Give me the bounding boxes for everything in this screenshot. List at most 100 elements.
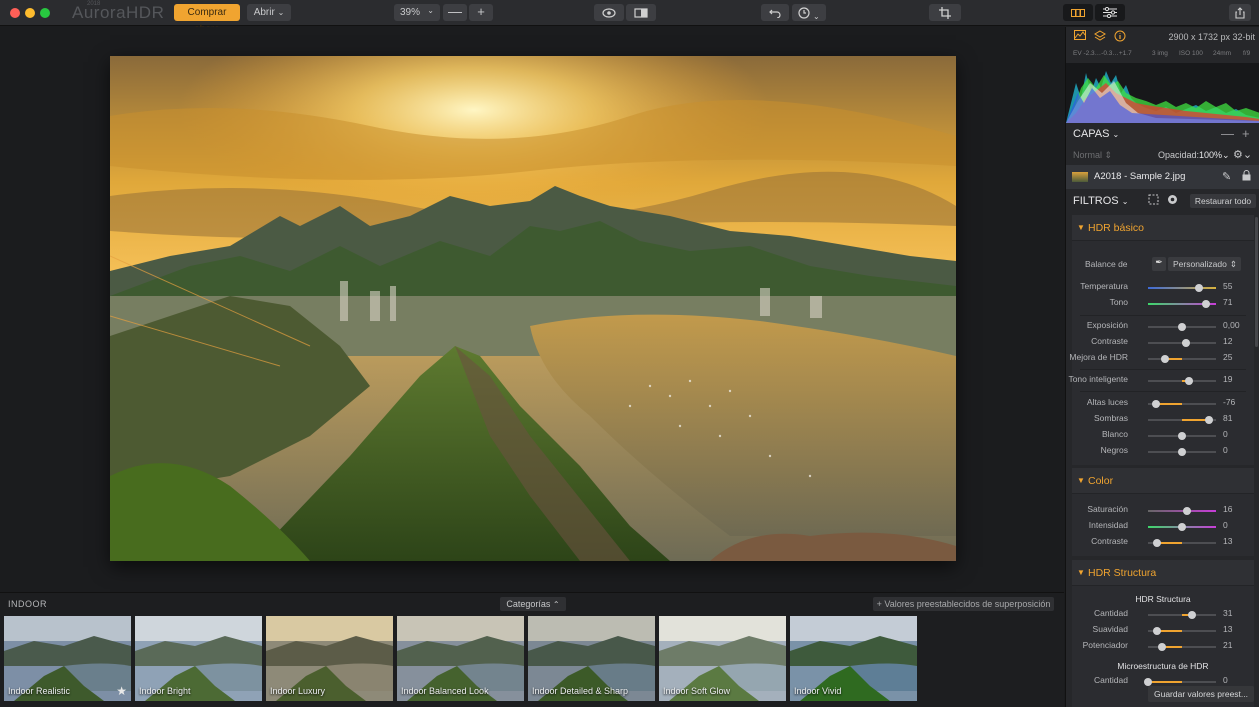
hdr-structure-header[interactable]: ▼ HDR Structura	[1072, 560, 1254, 586]
filter-settings-icon[interactable]	[1167, 194, 1178, 208]
slider-knob[interactable]	[1152, 539, 1161, 547]
slider-knob[interactable]	[1178, 523, 1186, 531]
slider-track[interactable]	[1148, 300, 1216, 308]
app-logo: AuroraHDR	[72, 3, 165, 22]
overlay-presets-button[interactable]: + Valores preestablecidos de superposici…	[873, 597, 1054, 611]
history-button[interactable]: ⌄	[792, 4, 826, 21]
white-balance-dropdown[interactable]: Personalizado ⇕	[1168, 257, 1241, 271]
slider-track[interactable]	[1148, 355, 1216, 363]
slider-track[interactable]	[1148, 377, 1216, 385]
eyedropper-icon[interactable]: ✒	[1152, 257, 1166, 271]
buy-now-button[interactable]: Comprar ahora	[174, 4, 240, 35]
hdr-basic-header[interactable]: ▼ HDR básico	[1072, 215, 1254, 241]
slider-knob[interactable]	[1178, 323, 1186, 331]
slider-knob[interactable]	[1188, 611, 1197, 619]
color-header[interactable]: ▼ Color	[1072, 468, 1254, 494]
color-section: ▼ Color Saturación 16 Intensidad 0 Contraste…	[1072, 468, 1254, 556]
layer-blend-row: Normal ⇕ Opacidad: 100%⌄ ⚙⌄	[1066, 147, 1259, 165]
slider-track[interactable]	[1148, 448, 1216, 456]
slider-knob[interactable]	[1205, 416, 1214, 424]
slider-row: Sombras 81	[1072, 413, 1254, 427]
opacity-dropdown[interactable]: 100%⌄	[1199, 150, 1230, 161]
slider-track[interactable]	[1148, 416, 1216, 424]
zoom-in-button[interactable]: +	[469, 4, 493, 21]
slider-value: 81	[1223, 413, 1233, 423]
window-minimize-button[interactable]	[25, 8, 35, 18]
preset-thumbnail[interactable]: Indoor Detailed & Sharp	[528, 616, 655, 701]
add-layer-button[interactable]: +	[1242, 126, 1250, 141]
layers-title: CAPAS	[1073, 128, 1110, 140]
remove-layer-button[interactable]: —	[1221, 126, 1234, 141]
slider-knob[interactable]	[1178, 432, 1186, 440]
preset-thumbnail[interactable]: Indoor Vivid	[790, 616, 917, 701]
slider-knob[interactable]	[1195, 284, 1203, 292]
brush-icon[interactable]: ✎	[1222, 170, 1231, 183]
preset-label: Indoor Realistic	[8, 686, 71, 696]
slider-track[interactable]	[1148, 627, 1216, 635]
categories-dropdown[interactable]: Categorías ⌃	[500, 597, 566, 611]
slider-knob[interactable]	[1152, 627, 1161, 635]
histogram-icon[interactable]	[1073, 30, 1087, 44]
main-photo[interactable]	[110, 56, 956, 561]
preset-thumbnail[interactable]: Indoor Balanced Look	[397, 616, 524, 701]
toolbar: AuroraHDR 2018 Comprar ahora Abrir ⌄ 39%…	[0, 0, 1259, 35]
preset-thumbnail[interactable]: Indoor Luxury	[266, 616, 393, 701]
layer-item[interactable]: A2018 - Sample 2.jpg ✎	[1066, 165, 1259, 189]
open-button-label: Abrir	[253, 7, 275, 18]
slider-knob[interactable]	[1158, 643, 1167, 651]
slider-knob[interactable]	[1182, 339, 1191, 347]
open-button[interactable]: Abrir ⌄	[247, 4, 291, 21]
mask-icon[interactable]	[1148, 194, 1159, 208]
gear-icon[interactable]: ⚙⌄	[1233, 148, 1252, 161]
preview-toggle-button[interactable]	[594, 4, 624, 21]
slider-track[interactable]	[1148, 284, 1216, 292]
zoom-out-button[interactable]: —	[443, 4, 467, 21]
restore-all-button[interactable]: Restaurar todo	[1190, 194, 1256, 208]
save-presets-button[interactable]: Guardar valores preest...	[1148, 686, 1254, 702]
adjustments-panel-toggle[interactable]	[1095, 4, 1125, 21]
panel-scrollbar[interactable]	[1255, 217, 1258, 347]
star-icon[interactable]: ★	[116, 684, 127, 698]
slider-value: 0	[1223, 429, 1228, 439]
presets-category-title: INDOOR	[8, 599, 47, 609]
eye-icon	[602, 8, 616, 18]
zoom-dropdown[interactable]: 39% ⌄	[394, 4, 440, 21]
presets-panel-toggle[interactable]	[1063, 4, 1093, 21]
slider-knob[interactable]	[1144, 678, 1152, 686]
slider-track[interactable]	[1148, 400, 1216, 408]
layers-title-dropdown[interactable]: CAPAS ⌄	[1073, 128, 1119, 140]
layer-thumbnail	[1072, 172, 1088, 182]
slider-knob[interactable]	[1161, 355, 1169, 363]
preset-thumbnail[interactable]: Indoor Realistic ★	[4, 616, 131, 701]
slider-track[interactable]	[1148, 611, 1216, 619]
compare-button[interactable]	[626, 4, 656, 21]
preset-thumbnail[interactable]: Indoor Bright	[135, 616, 262, 701]
slider-track[interactable]	[1148, 339, 1216, 347]
slider-knob[interactable]	[1184, 377, 1193, 385]
share-button[interactable]	[1229, 4, 1251, 21]
layers-icon[interactable]	[1093, 30, 1107, 44]
slider-track[interactable]	[1148, 643, 1216, 651]
slider-knob[interactable]	[1201, 300, 1210, 308]
slider-row: Altas luces -76	[1072, 397, 1254, 411]
info-icon[interactable]	[1113, 30, 1127, 44]
lock-icon[interactable]	[1242, 170, 1251, 184]
preset-thumbnail[interactable]: Indoor Soft Glow	[659, 616, 786, 701]
filters-title-dropdown[interactable]: FILTROS ⌄	[1073, 195, 1128, 207]
slider-track[interactable]	[1148, 523, 1216, 531]
undo-button[interactable]	[761, 4, 789, 21]
blend-mode-dropdown[interactable]: Normal ⇕	[1073, 150, 1112, 161]
slider-value: 25	[1223, 352, 1233, 362]
slider-track[interactable]	[1148, 432, 1216, 440]
slider-track[interactable]	[1148, 507, 1216, 515]
slider-knob[interactable]	[1183, 507, 1192, 515]
slider-track[interactable]	[1144, 678, 1216, 686]
window-maximize-button[interactable]	[40, 8, 50, 18]
slider-track[interactable]	[1148, 539, 1216, 547]
slider-knob[interactable]	[1178, 448, 1186, 456]
chevron-down-icon: ⌄	[277, 8, 285, 17]
slider-knob[interactable]	[1152, 400, 1161, 408]
slider-track[interactable]	[1148, 323, 1216, 331]
crop-button[interactable]	[929, 4, 961, 21]
window-close-button[interactable]	[10, 8, 20, 18]
